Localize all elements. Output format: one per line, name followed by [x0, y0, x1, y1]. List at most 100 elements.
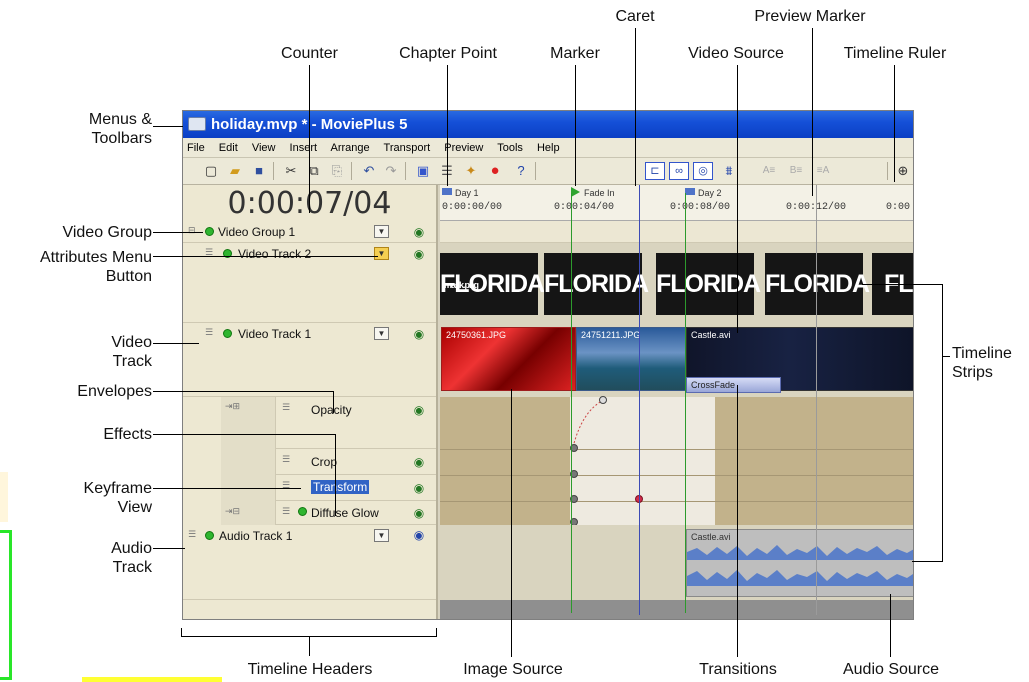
media-icon[interactable]: ▣ [415, 163, 431, 179]
menu-file[interactable]: File [187, 142, 205, 154]
ruler-tick-label: 0:00:00/00 [442, 202, 503, 213]
menu-help[interactable]: Help [537, 142, 560, 154]
enable-icon[interactable] [298, 507, 307, 516]
envelope-icon: ☰ [282, 402, 291, 412]
eye-icon[interactable]: ◉ [410, 248, 428, 260]
video-track-1-header[interactable]: ☰ Video Track 1 ▼ ◉ [183, 323, 436, 397]
paste-icon[interactable]: ⎘ [329, 163, 345, 179]
preview-marker[interactable] [816, 185, 817, 615]
leader-line [890, 594, 891, 657]
diffuse-glow-effect-header[interactable]: ☰ Diffuse Glow ◉ [276, 501, 436, 525]
chapter-point-flag[interactable] [442, 188, 452, 195]
audio-source-clip[interactable]: Castle.avi [686, 529, 913, 597]
menu-tools[interactable]: Tools [497, 142, 523, 154]
eye-icon[interactable]: ◉ [410, 456, 428, 468]
leader-line [153, 488, 301, 489]
attributes-menu-button[interactable]: ▼ [374, 529, 389, 542]
menu-transport[interactable]: Transport [384, 142, 431, 154]
caret[interactable] [639, 185, 640, 615]
link-icon[interactable]: ∞ [669, 162, 689, 180]
align-icon-3[interactable]: ≡A [812, 163, 834, 179]
envelope-region [440, 397, 570, 525]
clip-text: FLORIDA [656, 270, 761, 298]
florida-clip[interactable]: mask.png FLORIDA [440, 253, 545, 315]
marker-flag[interactable] [571, 187, 580, 197]
leader-line [436, 628, 437, 636]
menus-toolbars-callout: Menus & Toolbars [88, 111, 152, 147]
track-icon: ☰ [205, 327, 214, 337]
video-group-callout: Video Group [62, 224, 152, 241]
enable-icon[interactable] [205, 531, 214, 540]
toolbar-separator [273, 162, 274, 180]
new-file-icon[interactable]: ▢ [203, 163, 219, 179]
snap-icon[interactable]: ⊏ [645, 162, 665, 180]
keyframe-nav-icon[interactable]: ⇥⊞ [225, 401, 240, 412]
align-icon-2[interactable]: B≡ [785, 163, 807, 179]
clip-name: Castle.avi [691, 330, 731, 340]
audio-track-1-header[interactable]: ☰ Audio Track 1 ▼ ◉ [183, 525, 436, 600]
attributes-menu-button[interactable]: ▼ [374, 327, 389, 340]
attributes-menu-button[interactable]: ▼ [374, 225, 389, 238]
menu-edit[interactable]: Edit [219, 142, 238, 154]
leader-line [153, 256, 378, 257]
help-icon[interactable]: ? [513, 163, 529, 179]
toolbar-separator [405, 162, 406, 180]
clip-text: FLORIDA [765, 270, 870, 298]
transform-label: Transform [311, 480, 370, 494]
menu-insert[interactable]: Insert [290, 142, 318, 154]
enable-icon[interactable] [205, 227, 214, 236]
counter-callout: Counter [281, 45, 338, 62]
video-track-2-strip: mask.png FLORIDA FLORIDA FLORIDA FLORIDA… [440, 243, 913, 323]
enable-icon[interactable] [223, 329, 232, 338]
eye-icon[interactable]: ◉ [410, 226, 428, 238]
timeline-ruler[interactable]: Day 1 Fade In Day 2 0:00:00/00 0:00:04/0… [440, 185, 913, 221]
effect-icon: ☰ [282, 506, 291, 516]
audio-track-callout: Audio Track [111, 540, 152, 576]
speaker-icon[interactable]: ◉ [410, 529, 428, 541]
leader-line [737, 65, 738, 333]
menu-preview[interactable]: Preview [444, 142, 483, 154]
opacity-envelope-header[interactable]: ☰ Opacity ◉ [276, 397, 436, 449]
collapse-icon[interactable]: ⊟ [188, 225, 196, 236]
align-icon-1[interactable]: A≡ [758, 163, 780, 179]
keyframe-point[interactable] [599, 396, 607, 404]
record-icon[interactable]: ● [487, 163, 503, 179]
attributes-menu-button[interactable]: ▼ [374, 247, 389, 260]
florida-clip[interactable]: FLORIDA [656, 253, 761, 315]
eye-icon[interactable]: ◉ [410, 328, 428, 340]
chapter-point-flag[interactable] [685, 188, 695, 195]
leader-line [181, 628, 182, 636]
eye-icon[interactable]: ◉ [410, 404, 428, 416]
zoom-dropdown-icon[interactable]: ⩩ [721, 163, 737, 179]
crop-effect-header[interactable]: ☰ Crop ◉ [276, 449, 436, 475]
keyframe-nav-icon[interactable]: ⇥⊟ [225, 506, 240, 517]
video-track-1-strip: 24750361.JPG 24751211.JPG Castle.avi Cro… [440, 323, 913, 397]
zoom-icon[interactable]: ⊕ [895, 163, 911, 179]
leader-line [511, 389, 512, 657]
menu-arrange[interactable]: Arrange [331, 142, 370, 154]
effects-callout: Effects [103, 426, 152, 443]
eye-icon[interactable]: ◉ [410, 507, 428, 519]
title-bar[interactable]: holiday.mvp * - MoviePlus 5 [183, 111, 913, 138]
effects-icon[interactable]: ✦ [463, 163, 479, 179]
florida-clip[interactable]: FLORIDA [544, 253, 649, 315]
undo-icon[interactable]: ↶ [361, 163, 377, 179]
ripple-icon[interactable]: ◎ [693, 162, 713, 180]
bottom-highlight [82, 677, 222, 682]
ruler-tick-label: 0:00 [886, 202, 911, 213]
video-track-callout: Video Track [111, 334, 152, 370]
cut-icon[interactable]: ✂ [283, 163, 299, 179]
image-source-clip[interactable]: 24751211.JPG [576, 327, 686, 391]
video-group-header[interactable]: ⊟ Video Group 1 ▼ ◉ [183, 221, 436, 243]
image-source-clip[interactable]: 24750361.JPG [441, 327, 576, 391]
crossfade-transition[interactable]: CrossFade [686, 377, 781, 393]
open-folder-icon[interactable]: ▰ [227, 163, 243, 179]
envelope-gutter: ⇥⊞ ⇥⊟ [221, 397, 276, 525]
redo-icon[interactable]: ↷ [383, 163, 399, 179]
menu-view[interactable]: View [252, 142, 276, 154]
leader-line [335, 434, 336, 516]
save-icon[interactable]: ■ [251, 163, 267, 179]
florida-clip[interactable]: FLORIDA [765, 253, 870, 315]
eye-icon[interactable]: ◉ [410, 482, 428, 494]
video-track-2-header[interactable]: ☰ Video Track 2 ▼ ◉ [183, 243, 436, 323]
